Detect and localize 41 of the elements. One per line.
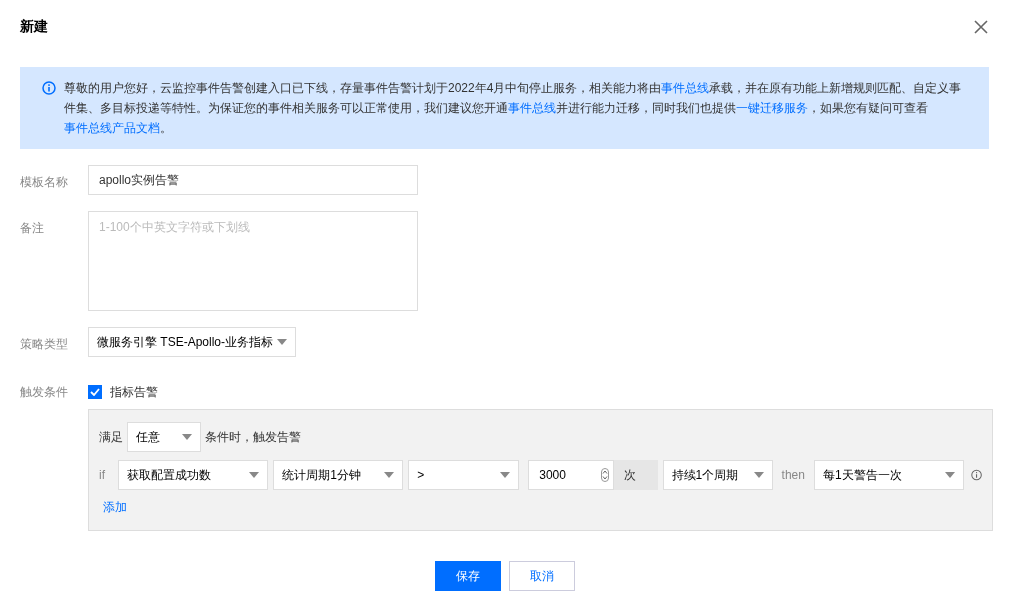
info-icon[interactable] [970,468,982,482]
unit-label: 次 [614,460,658,490]
condition-text: 满足 [99,429,123,446]
caret-icon [944,472,955,478]
notice-link[interactable]: 事件总线 [508,101,556,115]
then-label: then [780,467,806,484]
if-label: if [99,467,106,484]
input-field[interactable]: apollo实例告警 [88,165,418,195]
text-area[interactable]: 1-100个中英文字符或下划线 [88,211,418,311]
number-field[interactable]: 3000 [528,460,615,490]
field-label: 触发条件 [20,384,69,401]
condition-text: 条件时，触发告警 [205,429,301,446]
caret-icon [249,472,260,478]
notice-link[interactable]: 一键迁移服务 [736,101,808,115]
dropdown[interactable]: 持续1个周期 [662,460,773,490]
field-label: 模板名称 [20,174,69,191]
notice-link[interactable]: 事件总线 [661,81,710,95]
notice-link[interactable]: 事件总线产品文档 [64,121,160,135]
checkbox[interactable] [88,385,102,399]
dropdown[interactable]: 任意 [127,422,201,452]
dropdown[interactable]: > [408,460,520,490]
dropdown[interactable]: 每1天警告一次 [813,460,964,490]
caret-icon [384,472,395,478]
field-label: 备注 [20,220,45,237]
dialog-title: 新建 [20,17,48,36]
caret-icon [500,472,511,478]
dropdown[interactable]: 获取配置成功数 [118,460,269,490]
dropdown[interactable]: 微服务引擎 TSE-Apollo-业务指标 [88,327,297,357]
field-label: 策略类型 [20,336,69,353]
caret-icon [277,339,288,345]
caret-icon [753,472,764,478]
info-icon [42,81,56,95]
dropdown[interactable]: 统计周期1分钟 [273,460,404,490]
close-button[interactable] [973,18,989,35]
add-link[interactable]: 添加 [103,498,127,516]
caret-icon [182,434,192,440]
cancel-button[interactable]: 取消 [508,561,575,591]
checkbox-label: 指标告警 [110,384,158,401]
spinner-icon[interactable] [601,468,610,482]
notice-text: 尊敬的用户您好，云监控事件告警创建入口已下线，存量事件告警计划于2022年4月中旬停止服务，相关能力将由事件总线承载，并在原有功能上新增规则匹配、自定义事件集、多目标投递等特性。为保证您的事件相关服务可以正常使用，我们建议您开通事件总线并进行能力迁移，同时我们也提供一键迁移服务，如果您有疑问可查看 事件总线产品文档。 [64,80,963,137]
save-button[interactable]: 保存 [434,561,501,591]
